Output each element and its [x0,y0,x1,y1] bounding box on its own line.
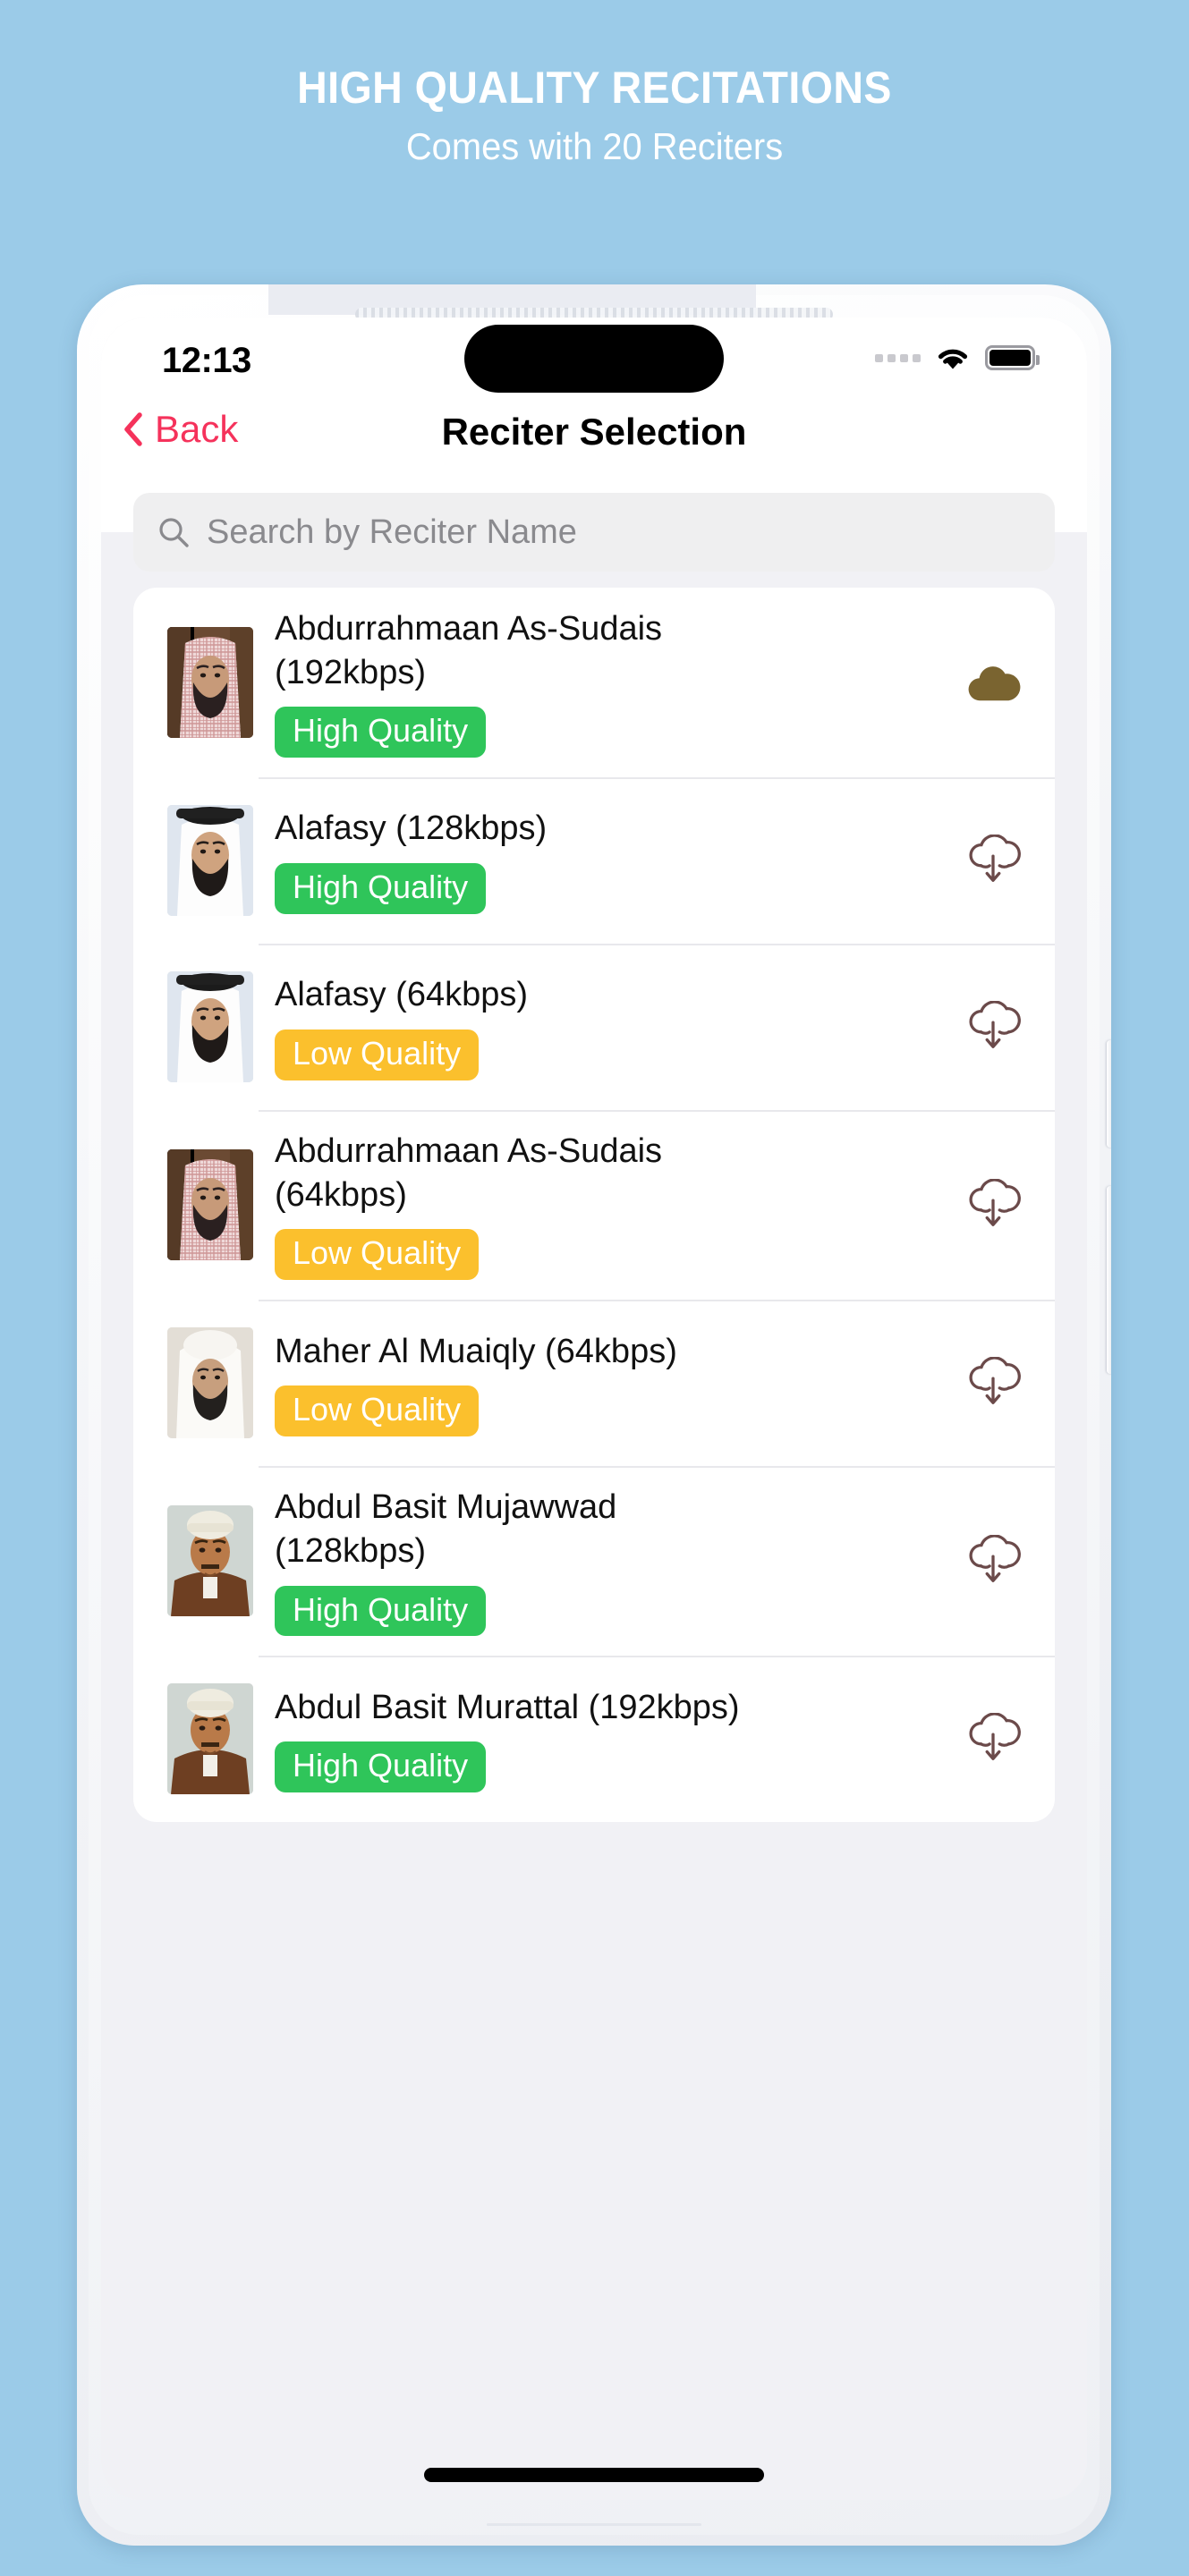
reciter-row[interactable]: Abdurrahmaan As-Sudais (192kbps) High Qua… [133,588,1055,777]
phone-screen: 12:13 Back Reciter Selection Search by R… [101,318,1087,2500]
reciter-info: Alafasy (64kbps) Low Quality [275,953,958,1100]
quality-badge: High Quality [275,863,487,914]
cloud-download-icon[interactable] [958,1179,1028,1231]
status-bar-time: 12:13 [162,341,251,380]
reciter-row[interactable]: Abdul Basit Mujawwad (128kbps) High Quali… [133,1466,1055,1656]
quality-badge: High Quality [275,1585,487,1637]
promo-subtitle: Comes with 20 Reciters [405,124,784,167]
cloud-download-icon[interactable] [958,1001,1028,1053]
dynamic-island [464,325,724,393]
reciter-avatar [167,1683,253,1795]
status-bar-icons [875,344,1040,371]
back-button[interactable]: Back [123,411,238,448]
cloud-download-icon[interactable] [958,1535,1028,1587]
cloud-download-icon[interactable] [958,835,1028,886]
reciter-info: Maher Al Muaiqly (64kbps) Low Quality [275,1310,958,1457]
reciter-name: Abdurrahmaan As-Sudais (64kbps) [275,1132,663,1214]
back-button-label: Back [155,408,239,450]
page-title: Reciter Selection [441,411,747,453]
search-input[interactable]: Search by Reciter Name [133,493,1055,572]
reciter-avatar [167,805,253,917]
search-icon [157,515,191,549]
promo-header: HIGH QUALITY RECITATIONS Comes with 20 R… [0,0,1189,167]
cloud-download-icon[interactable] [958,1357,1028,1409]
reciter-avatar [167,627,253,739]
reciter-info: Abdurrahmaan As-Sudais (64kbps) Low Quali… [275,1110,958,1300]
reciter-row[interactable]: Alafasy (128kbps) High Quality [133,777,1055,944]
app-header: 12:13 Back Reciter Selection Search by R… [101,318,1087,572]
wifi-icon [935,344,971,371]
reciter-info: Abdurrahmaan As-Sudais (192kbps) High Qua… [275,588,958,777]
reciter-name: Alafasy (64kbps) [275,976,529,1014]
nav-bar: Back Reciter Selection [101,403,1087,480]
reciter-avatar [167,1149,253,1261]
reciter-avatar [167,1505,253,1617]
quality-badge: Low Quality [275,1385,480,1436]
quality-badge: High Quality [275,707,487,758]
search-placeholder: Search by Reciter Name [207,513,577,551]
volume-up-button[interactable] [1107,1040,1111,1148]
reciter-list-card: Abdurrahmaan As-Sudais (192kbps) High Qua… [133,588,1055,1823]
chevron-left-icon [123,411,144,447]
phone-chin-seam [487,2523,701,2526]
battery-full-icon [985,345,1040,370]
reciter-name: Maher Al Muaiqly (64kbps) [275,1332,677,1370]
status-bar: 12:13 [101,318,1087,403]
reciter-info: Abdul Basit Mujawwad (128kbps) High Quali… [275,1466,958,1656]
reciter-name: Alafasy (128kbps) [275,809,548,848]
reciter-name: Abdul Basit Mujawwad (128kbps) [275,1488,617,1570]
quality-badge: Low Quality [275,1229,480,1281]
quality-badge: Low Quality [275,1030,480,1080]
reciter-row[interactable]: Maher Al Muaiqly (64kbps) Low Quality [133,1300,1055,1466]
reciter-avatar [167,971,253,1083]
reciter-info: Abdul Basit Murattal (192kbps) High Quali… [275,1666,958,1813]
reciter-row[interactable]: Abdul Basit Murattal (192kbps) High Quali… [133,1656,1055,1822]
quality-badge: High Quality [275,1741,487,1793]
cloud-download-icon[interactable] [958,1713,1028,1765]
signal-dots-icon [875,353,921,362]
reciter-list-area: Abdurrahmaan As-Sudais (192kbps) High Qua… [101,532,1087,2500]
power-button[interactable] [1107,1186,1111,1374]
home-indicator [424,2468,764,2482]
reciter-row[interactable]: Abdurrahmaan As-Sudais (64kbps) Low Quali… [133,1110,1055,1300]
reciter-name: Abdurrahmaan As-Sudais (192kbps) [275,610,663,691]
promo-title: HIGH QUALITY RECITATIONS [297,63,892,113]
reciter-info: Alafasy (128kbps) High Quality [275,787,958,934]
reciter-row[interactable]: Alafasy (64kbps) Low Quality [133,944,1055,1110]
reciter-avatar [167,1327,253,1439]
reciter-name: Abdul Basit Murattal (192kbps) [275,1688,740,1726]
phone-mockup: 12:13 Back Reciter Selection Search by R… [77,284,1111,2546]
search-bar-container: Search by Reciter Name [101,480,1087,572]
cloud-filled-icon[interactable] [958,660,1028,705]
